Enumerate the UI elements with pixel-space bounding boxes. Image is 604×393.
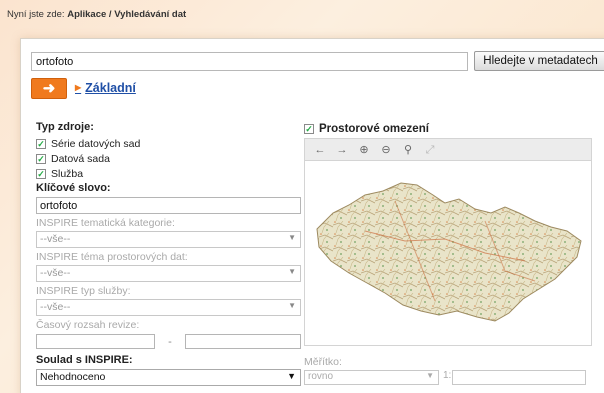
- breadcrumb-path: Aplikace / Vyhledávání dat: [67, 9, 187, 20]
- chevron-down-icon: ▼: [426, 371, 434, 380]
- checkbox[interactable]: ✓: [304, 123, 314, 134]
- search-panel: Hledejte v metadatech ➜ ▶Základní Typ zd…: [20, 38, 604, 393]
- map-column: ✓ Prostorové omezení ← → ⊕ ⊖ ⚲ ⤢: [304, 121, 594, 346]
- breadcrumb: Nyní jste zde: Aplikace / Vyhledávání da…: [7, 9, 186, 20]
- keyword-label: Klíčové slovo:: [36, 182, 111, 194]
- inspire-service-select[interactable]: --vše-- ▼: [36, 299, 301, 316]
- map-widget[interactable]: ← → ⊕ ⊖ ⚲ ⤢: [304, 138, 592, 346]
- source-type-item-label: Série datových sad: [51, 137, 141, 150]
- spatial-constraint-label: Prostorové omezení: [319, 122, 429, 135]
- keyword-field[interactable]: [36, 197, 301, 214]
- time-range-to[interactable]: [185, 334, 301, 349]
- time-range-label: Časový rozsah revize:: [36, 319, 140, 331]
- search-metadata-button[interactable]: Hledejte v metadatech: [474, 51, 604, 71]
- compliance-value: Nehodnoceno: [40, 371, 106, 383]
- checkbox[interactable]: ✓: [36, 168, 46, 179]
- scale-ratio-prefix: 1:: [443, 370, 452, 381]
- inspire-theme-label: INSPIRE téma prostorových dat:: [36, 251, 188, 263]
- time-range-from[interactable]: [36, 334, 155, 349]
- arrow-right-icon[interactable]: ➜: [31, 78, 67, 99]
- scale-label: Měřítko:: [304, 356, 342, 368]
- inspire-theme-select[interactable]: --vše-- ▼: [36, 265, 301, 282]
- scale-group: Měřítko: rovno ▼ 1:: [304, 356, 586, 385]
- time-range-row: -: [36, 333, 306, 350]
- source-type-label: Typ zdroje:: [36, 121, 94, 133]
- czech-republic-shape: [316, 182, 582, 322]
- inspire-category-label: INSPIRE tematická kategorie:: [36, 217, 175, 229]
- checkbox[interactable]: ✓: [36, 138, 46, 149]
- compliance-select[interactable]: Nehodnoceno ▼: [36, 369, 301, 386]
- arrow-left-icon[interactable]: ←: [311, 142, 329, 158]
- chevron-down-icon: ▼: [288, 301, 296, 310]
- fullscreen-icon[interactable]: ⤢: [421, 142, 439, 158]
- source-type-item-label: Služba: [51, 167, 84, 180]
- source-type-item[interactable]: ✓ Služba: [36, 166, 306, 181]
- inspire-category-select[interactable]: --vše-- ▼: [36, 231, 301, 248]
- zoom-in-icon[interactable]: ⊕: [355, 142, 373, 158]
- arrow-right-icon[interactable]: →: [333, 142, 351, 158]
- chevron-down-icon: ▼: [287, 371, 296, 381]
- checkbox[interactable]: ✓: [36, 153, 46, 164]
- compliance-label: Soulad s INSPIRE:: [36, 354, 133, 366]
- inspire-category-value: --vše--: [40, 233, 71, 245]
- breadcrumb-prefix: Nyní jste zde:: [7, 9, 65, 20]
- source-type-item[interactable]: ✓ Datová sada: [36, 151, 306, 166]
- zoom-out-icon[interactable]: ⊖: [377, 142, 395, 158]
- inspire-service-label: INSPIRE typ služby:: [36, 285, 131, 297]
- triangle-right-icon: ▶: [75, 83, 82, 92]
- map-toolbar: ← → ⊕ ⊖ ⚲ ⤢: [305, 139, 591, 161]
- search-input[interactable]: [31, 52, 468, 71]
- spatial-constraint-toggle[interactable]: ✓ Prostorové omezení: [304, 121, 594, 136]
- source-type-item[interactable]: ✓ Série datových sad: [36, 136, 306, 151]
- inspire-theme-value: --vše--: [40, 267, 71, 279]
- filter-column: Typ zdroje: ✓ Série datových sad ✓ Datov…: [36, 121, 306, 386]
- scale-select[interactable]: rovno ▼: [304, 370, 439, 385]
- basic-mode-link[interactable]: ▶ Základní: [75, 81, 136, 95]
- scale-value-input[interactable]: [452, 370, 586, 385]
- inspire-service-value: --vše--: [40, 301, 71, 313]
- source-type-item-label: Datová sada: [51, 152, 110, 165]
- chevron-down-icon: ▼: [288, 233, 296, 242]
- scale-select-value: rovno: [308, 371, 334, 382]
- basic-mode-label: Základní: [85, 81, 136, 95]
- chevron-down-icon: ▼: [288, 267, 296, 276]
- zoom-icon[interactable]: ⚲: [399, 142, 417, 158]
- time-range-separator: -: [168, 335, 172, 348]
- map-canvas[interactable]: [305, 161, 591, 345]
